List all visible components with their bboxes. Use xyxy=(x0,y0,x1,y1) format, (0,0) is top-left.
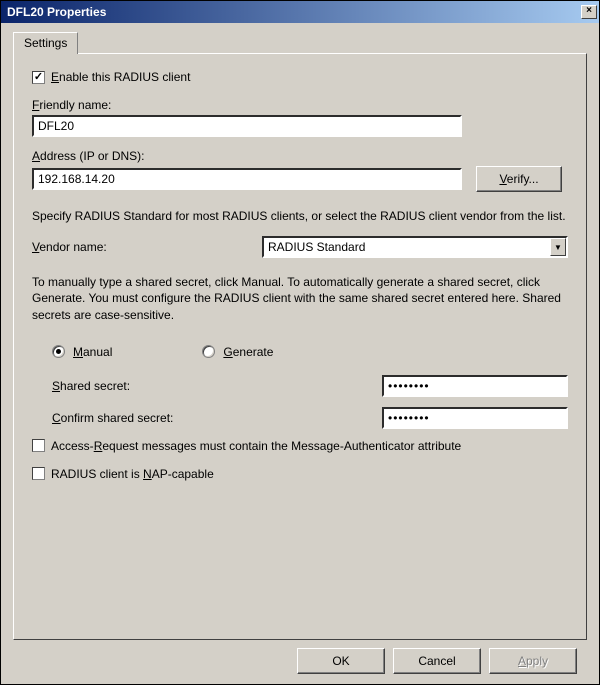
client-area: Settings Enable this RADIUS client Frien… xyxy=(1,23,599,684)
address-label: Address (IP or DNS): xyxy=(32,149,568,163)
address-input[interactable] xyxy=(32,168,462,190)
confirm-secret-input[interactable] xyxy=(382,407,568,429)
friendly-name-input[interactable] xyxy=(32,115,462,137)
chevron-down-icon: ▼ xyxy=(550,238,566,256)
confirm-secret-label: Confirm shared secret: xyxy=(52,411,382,425)
titlebar[interactable]: DFL20 Properties × xyxy=(1,1,599,23)
verify-button[interactable]: Verify... xyxy=(476,166,562,192)
confirm-secret-row: Confirm shared secret: xyxy=(52,407,568,429)
friendly-name-label: Friendly name: xyxy=(32,98,568,112)
manual-label: Manual xyxy=(73,345,112,359)
tab-settings[interactable]: Settings xyxy=(13,32,78,54)
vendor-row: Vendor name: RADIUS Standard ▼ xyxy=(32,236,568,258)
manual-option[interactable]: Manual xyxy=(52,345,112,359)
shared-secret-label: Shared secret: xyxy=(52,379,382,393)
shared-secret-input[interactable] xyxy=(382,375,568,397)
nap-label: RADIUS client is NAP-capable xyxy=(51,467,214,481)
settings-panel: Enable this RADIUS client Friendly name:… xyxy=(13,53,587,640)
enable-client-label: Enable this RADIUS client xyxy=(51,70,190,84)
dialog-buttons: OK Cancel Apply xyxy=(13,640,587,674)
apply-button[interactable]: Apply xyxy=(489,648,577,674)
generate-radio[interactable] xyxy=(202,345,215,358)
enable-client-checkbox[interactable] xyxy=(32,71,45,84)
vendor-select[interactable]: RADIUS Standard ▼ xyxy=(262,236,568,258)
address-row: Address (IP or DNS): Verify... xyxy=(32,149,568,192)
msg-auth-checkbox[interactable] xyxy=(32,439,45,452)
nap-checkbox[interactable] xyxy=(32,467,45,480)
properties-dialog: DFL20 Properties × Settings Enable this … xyxy=(0,0,600,685)
enable-client-row: Enable this RADIUS client xyxy=(32,70,568,84)
vendor-description: Specify RADIUS Standard for most RADIUS … xyxy=(32,208,568,224)
msg-auth-label: Access-Request messages must contain the… xyxy=(51,439,461,453)
close-icon[interactable]: × xyxy=(581,5,597,19)
tab-strip: Settings xyxy=(13,31,587,53)
ok-button[interactable]: OK xyxy=(297,648,385,674)
friendly-name-row: Friendly name: xyxy=(32,98,568,137)
vendor-select-value: RADIUS Standard xyxy=(268,240,365,254)
nap-row: RADIUS client is NAP-capable xyxy=(32,467,568,481)
shared-secret-row: Shared secret: xyxy=(52,375,568,397)
window-title: DFL20 Properties xyxy=(7,5,581,19)
secret-description: To manually type a shared secret, click … xyxy=(32,274,568,323)
generate-option[interactable]: Generate xyxy=(202,345,273,359)
secret-mode-group: Manual Generate xyxy=(52,345,568,359)
manual-radio[interactable] xyxy=(52,345,65,358)
vendor-label: Vendor name: xyxy=(32,240,252,254)
cancel-button[interactable]: Cancel xyxy=(393,648,481,674)
generate-label: Generate xyxy=(223,345,273,359)
msg-auth-row: Access-Request messages must contain the… xyxy=(32,439,568,453)
